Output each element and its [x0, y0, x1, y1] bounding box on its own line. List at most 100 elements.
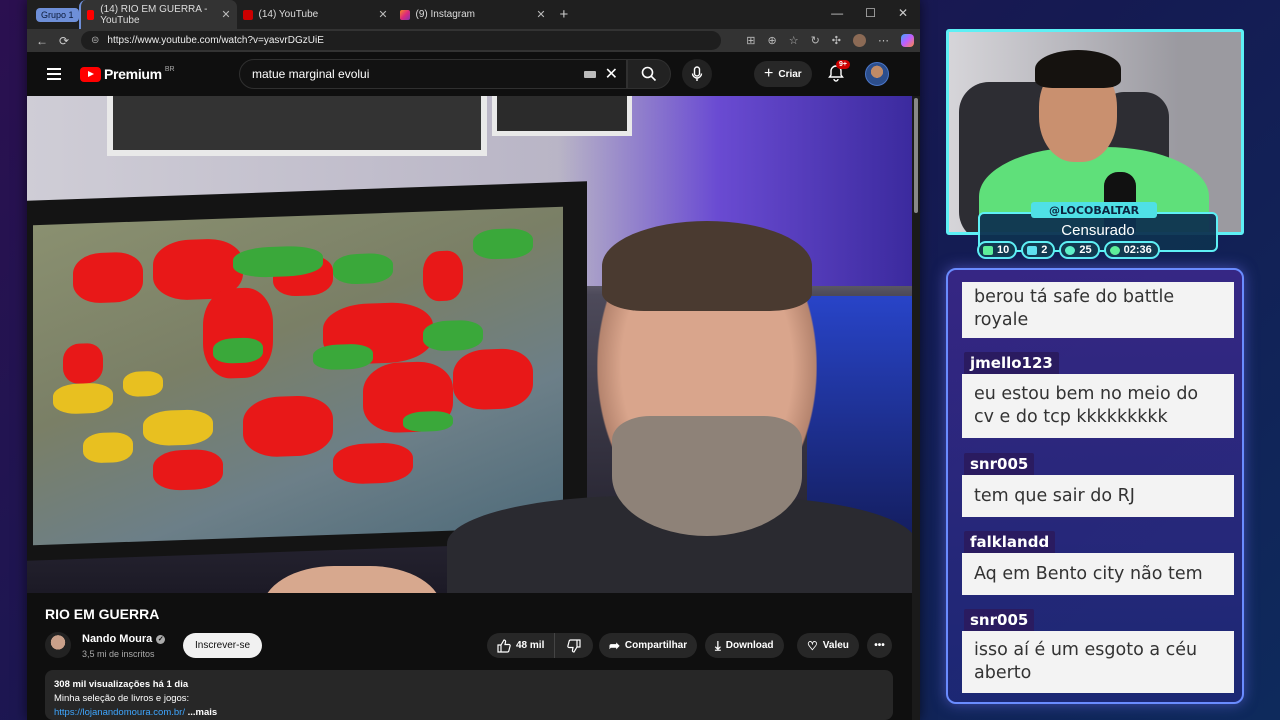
scrollbar-thumb[interactable] — [914, 98, 918, 213]
copilot-icon[interactable] — [901, 34, 914, 47]
share-label: Compartilhar — [624, 640, 688, 651]
elapsed-time: 02:36 — [1123, 244, 1152, 256]
like-button[interactable]: 48 mil — [487, 633, 556, 658]
download-button[interactable]: ⤓ Download — [705, 633, 784, 658]
page-scrollbar[interactable] — [912, 96, 920, 720]
search-button[interactable] — [627, 59, 671, 89]
close-window-icon[interactable]: ✕ — [898, 6, 908, 20]
chat-line: eu estou bem no meio do — [974, 384, 1199, 404]
description-link[interactable]: https://lojanandomoura.com.br/ — [54, 707, 185, 718]
create-button[interactable]: + Criar — [754, 61, 812, 87]
instagram-favicon-icon — [399, 9, 410, 20]
notifications-button[interactable]: 9+ — [827, 60, 850, 84]
video-icon — [1027, 245, 1038, 255]
search-input[interactable]: matue marginal evolui ✕ — [239, 59, 627, 89]
keyboard-icon[interactable] — [584, 70, 596, 78]
minimize-icon[interactable]: — — [831, 6, 843, 20]
subscriber-count: 3,5 mi de inscritos — [82, 649, 155, 659]
chat-line: berou tá safe do battle — [974, 287, 1175, 307]
extensions-icon[interactable]: ✣ — [832, 34, 841, 47]
chat-message-text: berou tá safe do battle royale — [974, 287, 1174, 332]
tab-title: (9) Instagram — [415, 9, 475, 20]
chat-message: Aq em Bento city não tem — [962, 553, 1234, 595]
chat-message: isso aí é um esgoto a céu aberto — [962, 631, 1234, 693]
browser-toolbar-icons: ⊞ ⊕ ☆ ↻ ✣ ⋯ — [746, 34, 914, 47]
chat-line: tem que sair do RJ — [974, 485, 1135, 506]
super-thanks-button[interactable]: ♡ Valeu — [797, 633, 859, 658]
reload-icon[interactable]: ⟳ — [53, 34, 75, 48]
chat-message: berou tá safe do battle royale — [962, 282, 1234, 338]
description-box[interactable]: 308 mil visualizações há 1 dia Minha sel… — [45, 670, 893, 720]
video-count: 2 — [1041, 244, 1048, 256]
hamburger-menu-icon[interactable] — [47, 65, 61, 83]
heart-dollar-icon: ♡ — [807, 638, 818, 653]
close-tab-icon[interactable]: ✕ — [378, 8, 387, 21]
channel-name-row[interactable]: Nando Moura ✓ — [82, 633, 166, 645]
url-field[interactable]: ⊜ https://www.youtube.com/watch?v=yasvrD… — [81, 31, 721, 50]
browser-profile-icon[interactable] — [853, 34, 866, 47]
clear-search-icon[interactable]: ✕ — [605, 64, 618, 84]
voice-search-button[interactable] — [682, 59, 712, 89]
chat-counter: 10 — [977, 241, 1018, 259]
chat-line: cv e do tcp kkkkkkkkk — [974, 407, 1168, 427]
channel-name[interactable]: Nando Moura — [82, 633, 152, 645]
menu-dots-icon[interactable]: ⋯ — [878, 34, 889, 47]
dislike-button[interactable] — [555, 633, 594, 658]
video-wall-frame — [107, 96, 487, 156]
chat-line: royale — [974, 310, 1029, 330]
maximize-icon[interactable]: ☐ — [865, 6, 876, 20]
chat-message: tem que sair do RJ — [962, 475, 1234, 517]
thumbs-down-icon — [567, 638, 581, 653]
logo-text: Premium — [104, 66, 162, 82]
chat-line: isso aí é um esgoto a céu — [974, 640, 1198, 660]
account-avatar[interactable] — [865, 62, 889, 86]
back-arrow-icon[interactable]: ← — [31, 34, 53, 48]
tab-group-chip[interactable]: Grupo 1 — [36, 7, 79, 22]
plus-icon: + — [764, 65, 774, 82]
country-code: BR — [164, 65, 175, 73]
address-bar: ← ⟳ ⊜ https://www.youtube.com/watch?v=ya… — [27, 29, 920, 52]
description-line: Minha seleção de livros e jogos: — [54, 693, 190, 704]
youtube-header: Premium BR matue marginal evolui ✕ + Cri… — [27, 52, 920, 96]
chat-username: snr005 — [964, 453, 1035, 475]
webcam-streamer-hair — [1035, 50, 1121, 88]
video-player[interactable] — [27, 96, 912, 593]
download-icon: ⤓ — [715, 637, 721, 653]
video-counter: 2 — [1021, 241, 1056, 259]
stream-status-text: Censurado — [1061, 222, 1135, 239]
favorite-star-icon[interactable]: ☆ — [789, 34, 799, 47]
view-stats: 308 mil visualizações há 1 dia — [54, 679, 189, 690]
app-install-icon[interactable]: ⊞ — [746, 34, 755, 47]
browser-window: Grupo 1 (14) RIO EM GUERRA - YouTube ✕ (… — [27, 0, 920, 720]
tab-youtube[interactable]: (14) YouTube ✕ — [237, 0, 394, 29]
chat-line: Aq em Bento city não tem — [974, 563, 1203, 584]
youtube-favicon-icon — [242, 9, 253, 20]
chat-line: aberto — [974, 663, 1032, 683]
tab-rio-em-guerra[interactable]: (14) RIO EM GUERRA - YouTube ✕ — [78, 0, 237, 29]
site-info-icon[interactable]: ⊜ — [91, 35, 99, 46]
description-link-row: https://lojanandomoura.com.br/ ...mais — [54, 706, 884, 720]
zoom-icon[interactable]: ⊕ — [767, 34, 776, 47]
clock-icon — [1109, 245, 1120, 255]
video-presenter-beard — [612, 416, 802, 536]
close-tab-icon[interactable]: ✕ — [536, 8, 545, 21]
more-actions-button[interactable]: ••• — [867, 633, 892, 658]
new-tab-icon[interactable]: + — [560, 6, 569, 23]
chat-username: snr005 — [964, 609, 1035, 631]
close-tab-icon[interactable]: ✕ — [221, 8, 230, 21]
share-button[interactable]: ➦ Compartilhar — [599, 633, 698, 658]
create-label: Criar — [778, 68, 802, 80]
show-more-link[interactable]: ...mais — [188, 707, 218, 718]
viewer-counter: 25 — [1059, 241, 1100, 259]
channel-avatar[interactable] — [45, 632, 71, 658]
video-presenter-hand — [262, 566, 442, 593]
tab-instagram[interactable]: (9) Instagram ✕ — [394, 0, 552, 29]
refresh-extension-icon[interactable]: ↻ — [811, 34, 820, 47]
streamer-handle: @LOCOBALTAR — [1031, 202, 1157, 218]
youtube-premium-logo[interactable]: Premium BR — [80, 66, 175, 82]
subscribe-button[interactable]: Inscrever-se — [183, 633, 263, 658]
tab-title: (14) RIO EM GUERRA - YouTube — [100, 3, 208, 26]
tab-title: (14) YouTube — [258, 9, 319, 20]
search-value: matue marginal evolui — [252, 67, 370, 81]
search-icon — [641, 66, 657, 82]
